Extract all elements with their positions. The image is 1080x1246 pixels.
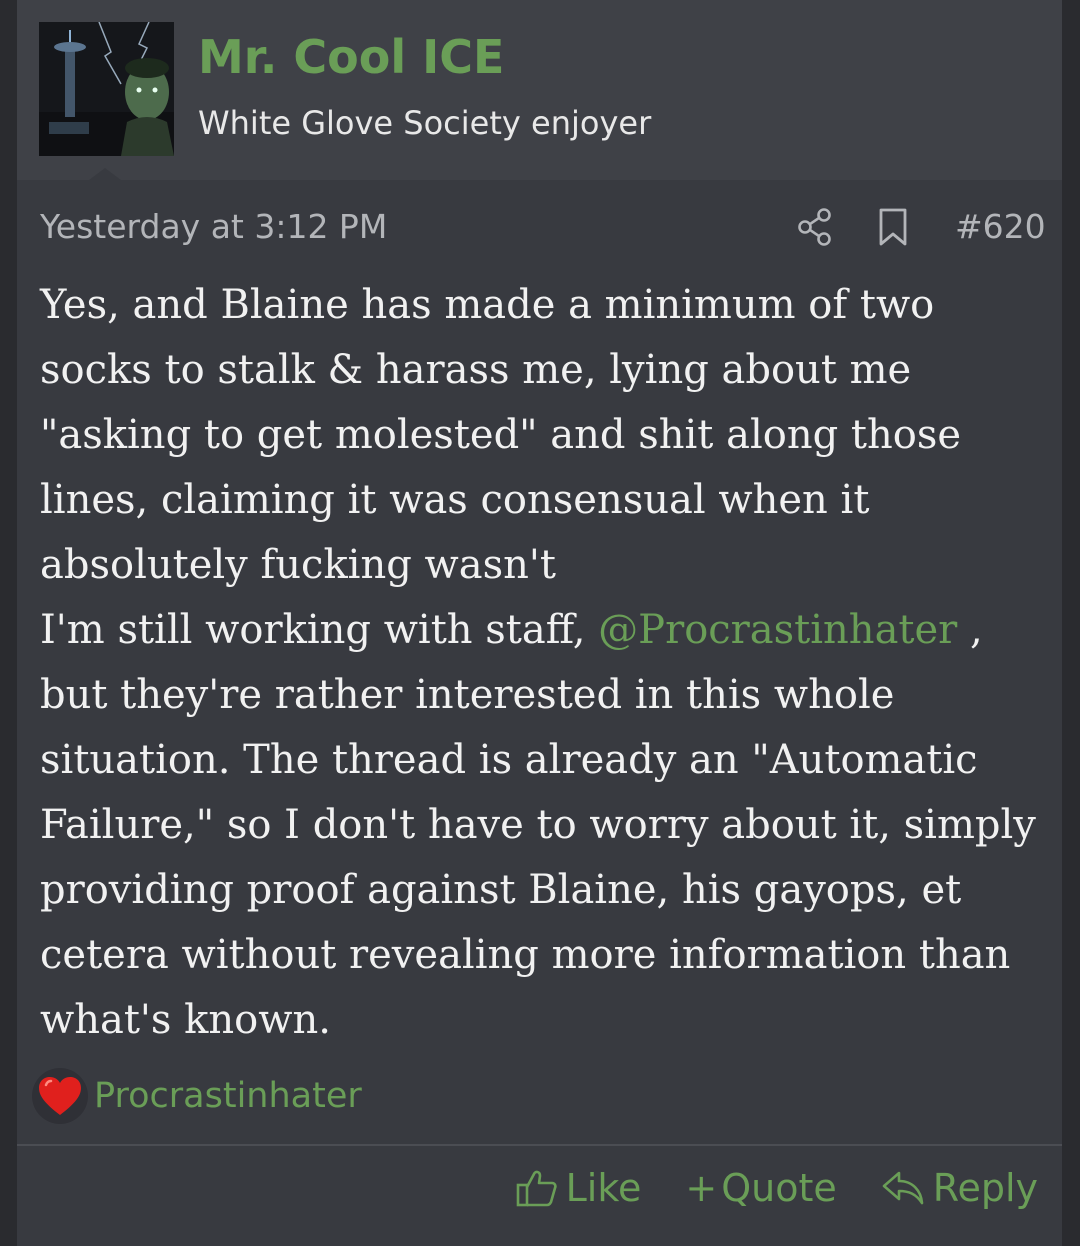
reply-icon [882,1171,924,1205]
header-pointer [89,168,121,180]
footer-divider [17,1144,1062,1146]
username-link[interactable]: Mr. Cool ICE [198,30,504,84]
avatar-image [39,22,174,156]
user-mention-link[interactable]: @Procrastinhater [598,607,957,653]
heart-icon [39,1077,81,1115]
like-label: Like [565,1166,642,1210]
message-text: I'm still working with staff, [40,607,599,653]
message-paragraph: I'm still working with staff, @Procrasti… [40,598,1050,1053]
share-icon[interactable] [797,207,833,247]
reaction-badge [32,1068,88,1124]
post-header: Mr. Cool ICE White Glove Society enjoyer [17,0,1062,180]
user-avatar[interactable] [39,22,174,156]
plus-icon: + [685,1166,718,1210]
post-number-link[interactable]: #620 [955,207,1046,246]
post-actions: Like + Quote Reply [516,1158,1038,1218]
user-title: White Glove Society enjoyer [198,104,652,142]
reply-label: Reply [932,1166,1038,1210]
message-paragraph: Yes, and Blaine has made a minimum of tw… [40,282,962,588]
like-button[interactable]: Like [516,1166,642,1210]
reactions-bar[interactable]: Procrastinhater [32,1068,362,1124]
message-text: , but they're rather interested in this … [40,607,1036,1043]
reply-button[interactable]: Reply [881,1166,1038,1210]
message-post: Mr. Cool ICE White Glove Society enjoyer… [17,0,1062,1246]
post-date-link[interactable]: Yesterday at 3:12 PM [40,207,387,246]
thumbs-up-icon [516,1170,557,1207]
bookmark-icon[interactable] [878,207,908,247]
message-body: Yes, and Blaine has made a minimum of tw… [40,273,1050,1053]
quote-button[interactable]: + Quote [685,1166,836,1210]
reaction-user-link[interactable]: Procrastinhater [94,1076,362,1116]
quote-label: Quote [721,1166,837,1210]
